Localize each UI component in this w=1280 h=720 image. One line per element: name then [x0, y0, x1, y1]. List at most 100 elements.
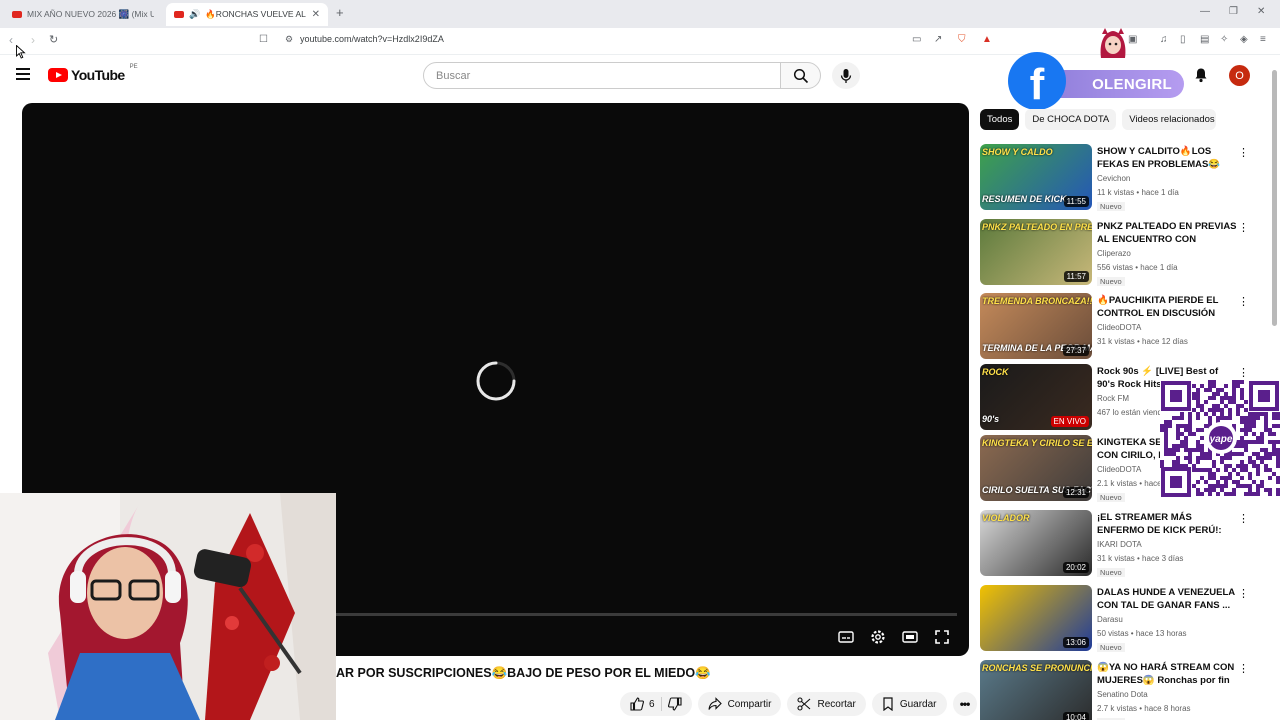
- bookmark-icon[interactable]: ☐: [259, 34, 268, 45]
- page-scrollbar[interactable]: [1272, 60, 1278, 330]
- thumbs-down-icon[interactable]: [667, 697, 682, 711]
- browser-tab-2[interactable]: 🔊 🔥RONCHAS VUELVE AL STRE ✕: [166, 3, 328, 26]
- thumbnail-caption: RONCHAS SE PRONUNCIA EN STREAM: [982, 663, 1092, 673]
- youtube-favicon-icon: [174, 11, 184, 18]
- facebook-overlay: OLENGIRL f: [1008, 28, 1184, 112]
- video-thumbnail[interactable]: ROCK 90's EN VIVO: [980, 364, 1092, 430]
- channel-name[interactable]: IKARI DOTA: [1097, 540, 1142, 549]
- back-icon[interactable]: ‹: [9, 33, 13, 47]
- youtube-play-icon: [48, 68, 68, 82]
- recommendation-title[interactable]: 😱YA NO HARÁ STREAM CON MUJERES😱 Ronchas …: [1097, 661, 1237, 687]
- like-button[interactable]: 6: [630, 697, 655, 711]
- recommendation-title[interactable]: PNKZ PALTEADO EN PREVIAS AL ENCUENTRO CO…: [1097, 220, 1237, 246]
- more-options-icon[interactable]: ⋮: [1238, 146, 1249, 160]
- search-placeholder: Buscar: [436, 69, 471, 82]
- menu-icon[interactable]: ≡: [1260, 34, 1266, 45]
- video-title: AR POR SUSCRIPCIONES😂BAJO DE PESO POR EL…: [336, 666, 711, 680]
- channel-name[interactable]: Senatino Dota: [1097, 690, 1148, 699]
- browser-tab-1[interactable]: MIX AÑO NUEVO 2026 🎆 (Mix Urba: [4, 3, 162, 26]
- brave-shield-icon[interactable]: ⛉: [958, 34, 966, 45]
- video-thumbnail[interactable]: SHOW Y CALDO RESUMEN DE KICK 11:55: [980, 144, 1092, 210]
- account-avatar[interactable]: O: [1229, 65, 1250, 86]
- new-badge: Nuevo: [1097, 643, 1125, 652]
- video-thumbnail[interactable]: VIOLADOR 20:02: [980, 510, 1092, 576]
- more-options-icon[interactable]: ⋮: [1238, 587, 1249, 601]
- recommendation-item[interactable]: SHOW Y CALDO RESUMEN DE KICK 11:55 SHOW Y C…: [980, 144, 1250, 212]
- thumbnail-caption: SHOW Y CALDO: [982, 147, 1053, 157]
- recommendation-item[interactable]: RONCHAS SE PRONUNCIA EN STREAM 10:04 😱YA N…: [980, 660, 1250, 720]
- more-options-icon[interactable]: ⋮: [1238, 662, 1249, 676]
- recommendation-title[interactable]: ¡EL STREAMER MÁS ENFERMO DE KICK PERÚ!: …: [1097, 511, 1237, 537]
- recommendation-item[interactable]: VIOLADOR 20:02 ¡EL STREAMER MÁS ENFERMO DE…: [980, 510, 1250, 578]
- tab-title: MIX AÑO NUEVO 2026 🎆 (Mix Urba: [27, 9, 154, 19]
- chip-related[interactable]: Videos relacionados: [1122, 109, 1217, 130]
- share-icon[interactable]: ↗: [934, 34, 942, 45]
- youtube-logo[interactable]: YouTube PE: [48, 64, 138, 83]
- recommendation-title[interactable]: 🔥PAUCHIKITA PIERDE EL CONTROL EN DISCUSI…: [1097, 294, 1237, 320]
- new-badge: Nuevo: [1097, 493, 1125, 502]
- subtitles-icon[interactable]: [837, 628, 855, 646]
- more-actions-button[interactable]: •••: [952, 692, 977, 716]
- video-thumbnail[interactable]: PNKZ PALTEADO EN PREVIAS 11:57: [980, 219, 1092, 285]
- recommendation-item[interactable]: PNKZ PALTEADO EN PREVIAS11:57PNKZ PALTEA…: [980, 219, 1250, 287]
- minimize-icon[interactable]: —: [1200, 6, 1210, 17]
- hamburger-menu-icon[interactable]: [16, 68, 30, 80]
- fullscreen-icon[interactable]: [933, 628, 951, 646]
- video-meta: 31 k vistas • hace 3 días: [1097, 554, 1184, 563]
- site-info-icon[interactable]: ⚙: [285, 34, 293, 45]
- video-thumbnail[interactable]: TREMENDA BRONCAZA!! TERMINA DE LA PEOR MA…: [980, 293, 1092, 359]
- address-bar[interactable]: youtube.com/watch?v=Hzdlx2I9dZA: [300, 34, 444, 44]
- channel-name[interactable]: Cliperazo: [1097, 249, 1131, 258]
- video-thumbnail[interactable]: 13:06: [980, 585, 1092, 651]
- more-options-icon[interactable]: ⋮: [1238, 512, 1249, 526]
- share-button[interactable]: Compartir: [697, 692, 782, 716]
- save-button[interactable]: Guardar: [871, 692, 947, 716]
- webcam-image: [0, 493, 336, 720]
- search-input[interactable]: Buscar: [423, 62, 781, 89]
- channel-name[interactable]: Darasu: [1097, 615, 1123, 624]
- reader-icon[interactable]: ▯: [1180, 34, 1186, 45]
- music-icon[interactable]: ♫: [1160, 34, 1168, 45]
- voice-search-button[interactable]: [832, 62, 860, 89]
- notifications-bell-icon[interactable]: [1193, 67, 1209, 83]
- wallet-icon[interactable]: ▤: [1200, 34, 1209, 45]
- channel-name[interactable]: Rock FM: [1097, 394, 1129, 403]
- browser-tab-strip: MIX AÑO NUEVO 2026 🎆 (Mix Urba 🔊 🔥RONCHA…: [0, 0, 1280, 28]
- video-duration: 11:57: [1063, 271, 1089, 282]
- channel-name[interactable]: ClideoDOTA: [1097, 465, 1141, 474]
- settings-gear-icon[interactable]: [869, 628, 887, 646]
- chip-channel[interactable]: De CHOCA DOTA: [1025, 109, 1117, 130]
- forward-icon[interactable]: ›: [31, 33, 35, 47]
- more-dots-icon: •••: [959, 697, 971, 711]
- search-button[interactable]: [780, 62, 821, 89]
- recommendation-title[interactable]: DALAS HUNDE A VENEZUELA CON TAL DE GANAR…: [1097, 586, 1237, 612]
- recommendation-title[interactable]: SHOW Y CALDITO🔥LOS FEKAS EN PROBLEMAS😂ZU…: [1097, 145, 1237, 171]
- logo-text: YouTube: [71, 67, 125, 83]
- channel-name[interactable]: Cevichon: [1097, 174, 1130, 183]
- clip-button[interactable]: Recortar: [787, 692, 866, 716]
- cast-icon[interactable]: ▭: [912, 34, 921, 45]
- close-tab-icon[interactable]: ✕: [312, 9, 320, 20]
- more-options-icon[interactable]: ⋮: [1238, 366, 1249, 380]
- close-window-icon[interactable]: ✕: [1257, 6, 1265, 17]
- reload-icon[interactable]: ↻: [49, 33, 58, 46]
- more-options-icon[interactable]: ⋮: [1238, 221, 1249, 235]
- restore-icon[interactable]: ❐: [1229, 6, 1238, 17]
- theater-mode-icon[interactable]: [901, 628, 919, 646]
- leo-icon[interactable]: ✧: [1220, 34, 1228, 45]
- video-meta: 31 k vistas • hace 12 días: [1097, 337, 1188, 346]
- save-label: Guardar: [899, 698, 937, 710]
- video-thumbnail[interactable]: KINGTEKA Y CIRILO SE ENCUENTRANCIRILO SU…: [980, 435, 1092, 501]
- video-duration: 11:55: [1063, 196, 1089, 207]
- chip-all[interactable]: Todos: [980, 109, 1020, 130]
- video-thumbnail[interactable]: RONCHAS SE PRONUNCIA EN STREAM 10:04: [980, 660, 1092, 720]
- recommendation-item[interactable]: TREMENDA BRONCAZA!! TERMINA DE LA PEOR MA…: [980, 293, 1250, 361]
- video-meta: 2.1 k vistas • hace: [1097, 479, 1162, 488]
- filter-chips: Todos De CHOCA DOTA Videos relacionados: [980, 109, 1217, 130]
- new-tab-icon[interactable]: +: [336, 5, 344, 20]
- recommendation-item[interactable]: 13:06 DALAS HUNDE A VENEZUELA CON TAL DE …: [980, 585, 1250, 653]
- vpn-icon[interactable]: ◈: [1240, 34, 1248, 45]
- channel-name[interactable]: ClideoDOTA: [1097, 323, 1141, 332]
- rewards-icon[interactable]: ▲: [982, 34, 992, 45]
- more-options-icon[interactable]: ⋮: [1238, 295, 1249, 309]
